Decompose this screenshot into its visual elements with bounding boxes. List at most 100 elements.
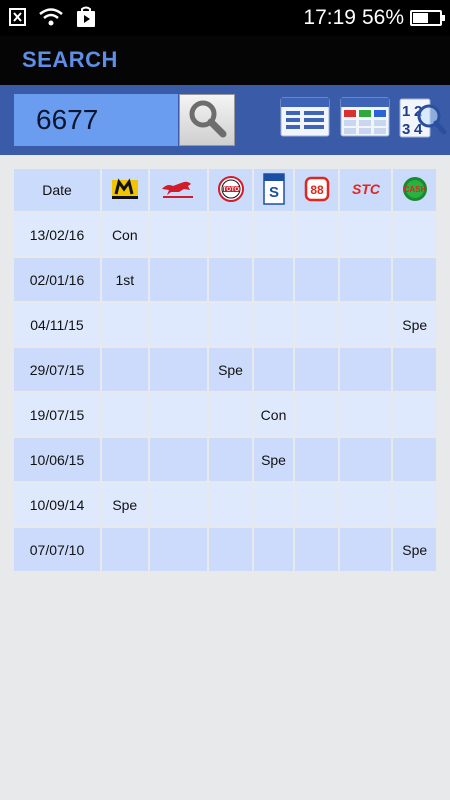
table-header-row: Date TOTO S 88 STC CASH [14,169,436,211]
svg-text:STC: STC [352,181,381,197]
provider-header-stc[interactable]: STC [339,169,392,211]
singapore-pools-logo-icon: S [261,172,287,209]
result-cell-magnum: Con [102,213,148,256]
battery-icon [410,10,445,26]
result-cell-stc [339,303,392,346]
result-cell-toto [209,483,252,526]
result-cell-damacai [149,213,208,256]
magnum-logo-icon [110,177,140,203]
result-cell-singapore [253,213,294,256]
result-cell-cash [393,258,436,301]
result-cell-cash: Spe [393,303,436,346]
result-cell-toto [209,258,252,301]
svg-text:1: 1 [402,103,410,120]
provider-header-cash[interactable]: CASH [393,169,436,211]
table-row[interactable]: 10/06/15 Spe [14,438,436,481]
result-cell-damacai [149,303,208,346]
provider-header-sabah88[interactable]: 88 [295,169,338,211]
table-row[interactable]: 02/01/16 1st [14,258,436,301]
result-cell-toto [209,528,252,571]
table-row[interactable]: 10/09/14 Spe [14,483,436,526]
clock: 17:19 [303,6,356,29]
result-cell-stc [339,348,392,391]
table-row[interactable]: 07/07/10 Spe [14,528,436,571]
svg-text:S: S [269,184,279,201]
svg-text:CASH: CASH [403,185,426,194]
result-cell-damacai [149,393,208,436]
result-cell-cash [393,213,436,256]
provider-header-singapore[interactable]: S [253,169,294,211]
result-cell-cash [393,438,436,481]
svg-text:3: 3 [402,121,410,138]
result-cell-magnum [102,348,148,391]
grid-view-button[interactable] [340,97,390,137]
result-cell-singapore [253,303,294,346]
date-cell: 02/01/16 [14,258,100,301]
result-cell-cash [393,483,436,526]
result-cell-damacai [149,438,208,481]
result-cell-sabah88 [295,393,338,436]
damacai-horse-logo-icon [159,177,197,204]
color-grid-icon [340,97,390,141]
result-cell-toto: Spe [209,348,252,391]
wifi-icon [38,6,64,28]
date-cell: 04/11/15 [14,303,100,346]
table-row[interactable]: 13/02/16 Con [14,213,436,256]
search-input[interactable] [14,94,178,146]
date-cell: 07/07/10 [14,528,100,571]
svg-text:88: 88 [310,183,324,197]
result-cell-stc [339,213,392,256]
list-view-icon [280,97,330,141]
table-row[interactable]: 19/07/15 Con [14,393,436,436]
result-cell-damacai [149,348,208,391]
date-column-header: Date [14,169,100,211]
toto-logo-icon: TOTO [217,175,245,206]
date-cell: 19/07/15 [14,393,100,436]
results-table: Date TOTO S 88 STC CASH 13/02/16 Con 02/… [12,167,438,573]
result-cell-cash [393,393,436,436]
result-cell-damacai [149,528,208,571]
date-cell: 10/09/14 [14,483,100,526]
result-cell-stc [339,528,392,571]
battery-percent: 56% [361,6,404,29]
cash-sweep-logo-icon: CASH [401,175,429,206]
result-cell-toto [209,303,252,346]
result-cell-singapore [253,528,294,571]
provider-header-toto[interactable]: TOTO [209,169,252,211]
result-cell-magnum: 1st [102,258,148,301]
number-lookup-button[interactable]: 1234 [398,97,448,138]
result-cell-magnum [102,303,148,346]
play-store-icon [74,6,98,28]
result-cell-sabah88 [295,528,338,571]
svg-text:TOTO: TOTO [222,187,239,193]
result-cell-magnum [102,393,148,436]
result-cell-toto [209,213,252,256]
page-title: SEARCH [22,47,118,72]
number-search-icon: 1234 [398,98,448,143]
result-cell-sabah88 [295,348,338,391]
result-cell-damacai [149,258,208,301]
result-cell-sabah88 [295,483,338,526]
search-button[interactable] [179,94,235,146]
result-cell-stc [339,483,392,526]
magnifier-icon [186,97,228,144]
result-cell-magnum: Spe [102,483,148,526]
result-cell-singapore: Con [253,393,294,436]
provider-header-magnum[interactable] [102,169,148,211]
result-cell-singapore [253,258,294,301]
result-cell-damacai [149,483,208,526]
result-cell-sabah88 [295,258,338,301]
result-cell-cash [393,348,436,391]
table-row[interactable]: 04/11/15 Spe [14,303,436,346]
result-cell-stc [339,258,392,301]
close-notification-icon [8,6,28,28]
provider-header-damacai[interactable] [149,169,208,211]
result-cell-magnum [102,528,148,571]
table-row[interactable]: 29/07/15 Spe [14,348,436,391]
stc-logo-icon: STC [349,179,383,202]
list-view-button[interactable] [280,97,330,137]
result-cell-toto [209,438,252,481]
result-cell-sabah88 [295,303,338,346]
result-cell-singapore [253,483,294,526]
sabah88-logo-icon: 88 [303,175,331,206]
